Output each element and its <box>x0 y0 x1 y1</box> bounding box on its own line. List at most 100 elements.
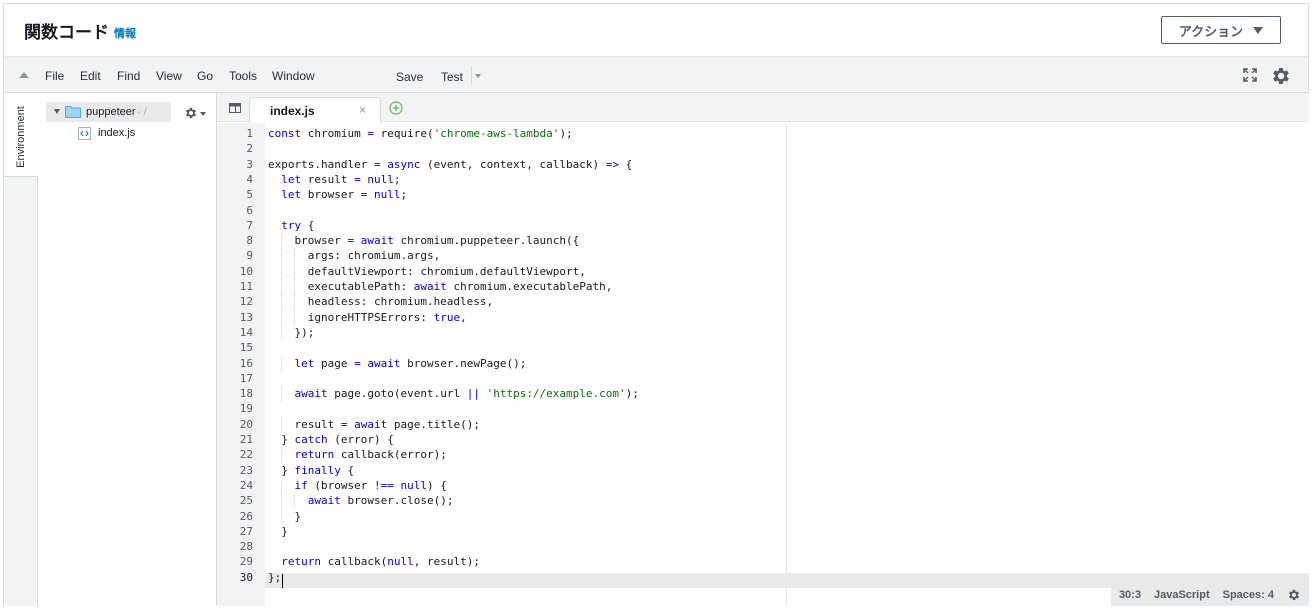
code-area[interactable]: 1 const chromium = require('chrome-aws-la… <box>217 123 1309 606</box>
add-tab-icon[interactable] <box>389 101 403 115</box>
menu-tools[interactable]: Tools <box>229 69 257 83</box>
test-options-caret-icon[interactable] <box>475 74 481 78</box>
test-button[interactable]: Test <box>441 70 463 84</box>
code-line: 6 <box>217 203 1257 218</box>
collapse-icon[interactable] <box>19 72 29 78</box>
line-number: 5 <box>246 188 253 202</box>
code-line: 2 <box>217 141 1257 156</box>
line-number: 14 <box>239 325 253 339</box>
line-number: 6 <box>246 203 253 217</box>
preferences-gear-icon[interactable] <box>1270 65 1292 87</box>
line-source: result = await page.title(); <box>268 417 480 431</box>
line-source: try { <box>281 218 315 232</box>
indent-guide <box>293 248 295 264</box>
toolbar-divider <box>471 66 472 84</box>
code-line: 7 try { <box>217 218 1257 233</box>
code-line: 29 return callback(null, result); <box>217 554 1257 569</box>
line-source: defaultViewport: chromium.defaultViewpor… <box>268 264 586 278</box>
line-source: return callback(error); <box>294 448 447 462</box>
line-number: 23 <box>239 463 253 477</box>
indent-guide <box>280 386 282 402</box>
line-source: exports.handler = async (event, context,… <box>268 157 633 171</box>
code-line: 5 let browser = null; <box>217 187 1257 202</box>
menu-window[interactable]: Window <box>272 69 315 83</box>
action-dropdown-button[interactable]: アクション <box>1161 16 1281 44</box>
code-line: 24 if (browser !== null) { <box>217 478 1257 493</box>
line-number: 10 <box>239 264 253 278</box>
line-source: } <box>268 509 302 523</box>
code-text[interactable]: 1 const chromium = require('chrome-aws-la… <box>240 123 1309 606</box>
tree-root-folder[interactable]: puppeteer - / <box>46 102 171 122</box>
action-button-label: アクション <box>1178 23 1244 39</box>
line-number: 26 <box>239 509 253 523</box>
text-cursor <box>282 574 283 588</box>
line-number: 11 <box>239 280 253 293</box>
line-number: 17 <box>239 371 253 385</box>
fullscreen-icon[interactable] <box>1243 68 1257 82</box>
panel-title: 関数コード <box>24 23 109 42</box>
line-number: 2 <box>246 142 253 156</box>
tree-settings-gear-icon[interactable] <box>184 106 198 120</box>
tab-index-js[interactable]: index.js × <box>249 97 381 123</box>
line-source: let browser = null; <box>281 188 408 202</box>
save-button[interactable]: Save <box>396 70 423 84</box>
line-source: ignoreHTTPSErrors: true, <box>268 310 467 324</box>
line-number: 7 <box>246 218 253 232</box>
line-source: headless: chromium.headless, <box>268 295 494 309</box>
line-source: } finally { <box>268 463 355 477</box>
line-source: } catch (error) { <box>268 433 394 446</box>
cursor-position[interactable]: 30:3 <box>1111 589 1141 601</box>
indent-guide <box>280 493 282 509</box>
line-number: 18 <box>239 387 253 401</box>
folder-icon <box>65 106 81 118</box>
line-number: 4 <box>246 172 253 186</box>
indent-guide <box>280 233 282 249</box>
menu-edit[interactable]: Edit <box>80 69 101 83</box>
editor-settings-gear-icon[interactable] <box>1287 588 1301 602</box>
code-line: 14 }); <box>217 325 1257 340</box>
line-source: }; <box>268 570 282 584</box>
indent-guide <box>293 493 295 509</box>
indent-guide <box>280 508 282 524</box>
info-link[interactable]: 情報 <box>114 25 136 41</box>
panel-toggle-icon[interactable] <box>229 103 241 113</box>
code-line: 25 await browser.close(); <box>217 493 1257 508</box>
expand-arrow-icon[interactable] <box>54 109 60 114</box>
editor-tab-bar: index.js × <box>217 93 1309 123</box>
line-source: await page.goto(event.url || 'https://ex… <box>294 387 639 401</box>
menu-find[interactable]: Find <box>117 69 140 83</box>
ide-menubar: File Edit Find View Go Tools Window Save… <box>4 56 1308 93</box>
line-number: 9 <box>246 249 253 263</box>
menu-view[interactable]: View <box>156 69 182 83</box>
indent-setting[interactable]: Spaces: 4 <box>1223 589 1274 601</box>
language-mode[interactable]: JavaScript <box>1154 589 1210 601</box>
code-line: 11 executablePath: await chromium.execut… <box>217 279 1257 294</box>
menu-go[interactable]: Go <box>197 69 213 83</box>
code-line: 19 <box>217 401 1257 416</box>
line-source: executablePath: await chromium.executabl… <box>268 280 613 293</box>
function-code-panel: 関数コード 情報 アクション File Edit Find View Go To… <box>3 3 1309 606</box>
code-line: 10 defaultViewport: chromium.defaultView… <box>217 264 1257 279</box>
tree-file-label: index.js <box>98 127 136 139</box>
line-number: 8 <box>246 234 253 248</box>
indent-guide <box>280 355 282 371</box>
line-number: 28 <box>239 540 253 554</box>
code-line: 3 exports.handler = async (event, context… <box>217 157 1257 172</box>
indent-guide <box>280 416 282 432</box>
environment-tab[interactable]: Environment <box>4 93 38 177</box>
line-number: 12 <box>239 295 253 309</box>
menu-file[interactable]: File <box>45 69 64 83</box>
line-number: 3 <box>246 157 253 171</box>
code-line: 13 ignoreHTTPSErrors: true, <box>217 310 1257 325</box>
tree-root-label: puppeteer <box>86 106 136 118</box>
tree-settings-caret-icon[interactable] <box>200 112 206 116</box>
indent-guide <box>280 279 282 295</box>
indent-guide <box>280 477 282 494</box>
indent-guide <box>280 309 282 325</box>
close-icon[interactable]: × <box>359 103 366 117</box>
line-number: 24 <box>239 478 253 492</box>
indent-guide <box>280 447 282 463</box>
code-line: 4 let result = null; <box>217 172 1257 187</box>
panel-header: 関数コード 情報 アクション <box>4 4 1308 56</box>
line-number: 19 <box>239 402 253 416</box>
